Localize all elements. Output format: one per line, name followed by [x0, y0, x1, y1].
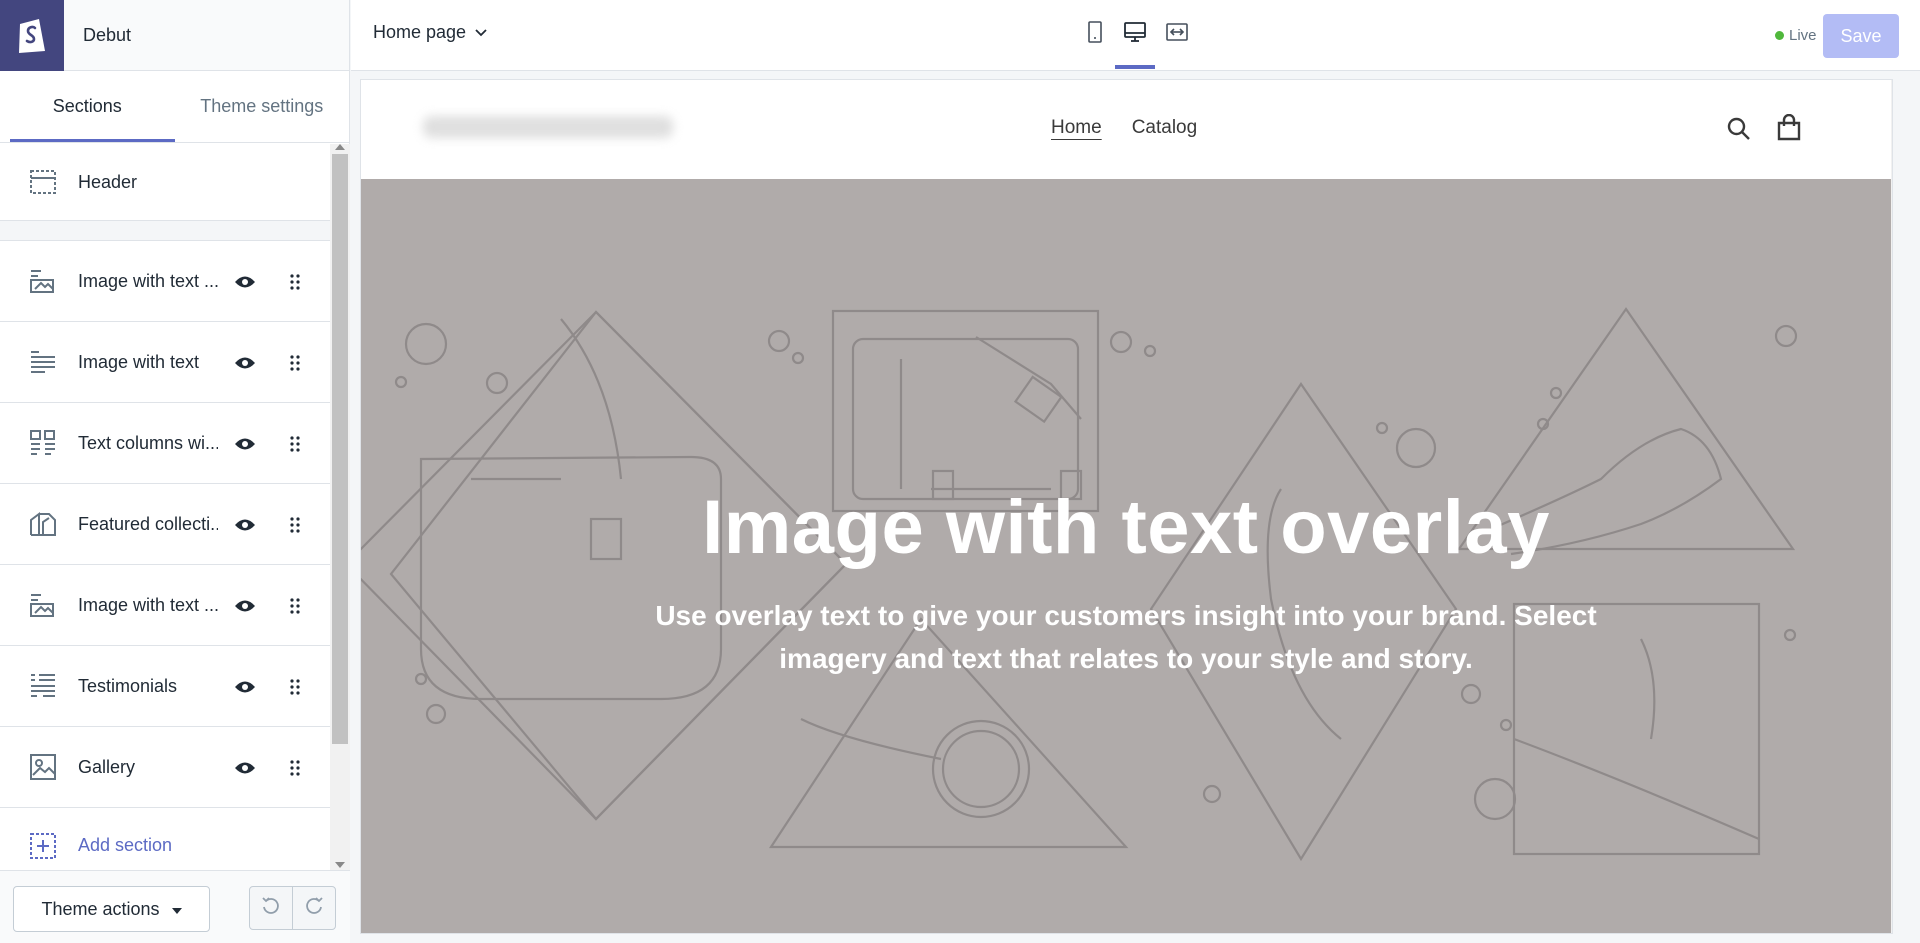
- section-label: Image with text ...: [78, 594, 218, 615]
- eye-icon[interactable]: [232, 755, 258, 781]
- theme-name: Debut: [83, 24, 132, 45]
- shopify-logo-icon[interactable]: [0, 0, 64, 71]
- section-item-featured-collection[interactable]: Featured collecti...: [0, 484, 330, 565]
- divider: [0, 221, 330, 241]
- section-label: Gallery: [78, 756, 136, 777]
- section-label: Image with text: [78, 351, 200, 372]
- eye-icon[interactable]: [232, 431, 258, 457]
- eye-icon[interactable]: [232, 674, 258, 700]
- live-dot-icon: [1775, 31, 1784, 40]
- drag-handle-icon[interactable]: [285, 269, 305, 295]
- drag-handle-icon[interactable]: [285, 674, 305, 700]
- scrollbar-thumb[interactable]: [332, 154, 348, 744]
- eye-icon[interactable]: [232, 269, 258, 295]
- hero-image-with-text-overlay[interactable]: Image with text overlay Use overlay text…: [361, 179, 1891, 933]
- editor-topbar: Home page Live Save: [351, 0, 1920, 71]
- section-item-header[interactable]: Header: [0, 144, 330, 221]
- theme-header: Debut: [0, 0, 349, 71]
- page-selector-label: Home page: [373, 22, 467, 42]
- drag-handle-icon[interactable]: [285, 593, 305, 619]
- store-nav: Home Catalog: [1051, 117, 1197, 139]
- fullscreen-view-button[interactable]: [1157, 0, 1197, 69]
- nav-link-home[interactable]: Home: [1051, 117, 1102, 139]
- image-with-text-overlay-icon: [28, 266, 58, 296]
- image-with-text-overlay-icon: [28, 590, 58, 620]
- section-item-gallery[interactable]: Gallery: [0, 727, 330, 808]
- store-preview: Home Catalog Image with text overlay Use…: [361, 80, 1892, 933]
- undo-icon: [260, 895, 282, 922]
- desktop-icon: [1123, 21, 1147, 48]
- header-icon: [28, 167, 58, 197]
- mobile-icon: [1087, 21, 1103, 48]
- section-label: Image with text ...: [78, 270, 218, 291]
- scroll-down-icon[interactable]: [335, 862, 345, 868]
- collection-icon: [28, 509, 58, 539]
- store-header: Home Catalog: [361, 80, 1891, 179]
- section-label: Testimonials: [78, 675, 178, 696]
- gallery-icon: [28, 752, 58, 782]
- cart-icon[interactable]: [1776, 113, 1802, 147]
- drag-handle-icon[interactable]: [285, 512, 305, 538]
- redo-icon: [303, 895, 325, 922]
- drag-handle-icon[interactable]: [285, 431, 305, 457]
- section-list: Header Image with text ... Image with te…: [0, 144, 330, 870]
- scroll-up-icon[interactable]: [335, 144, 345, 150]
- section-item-image-with-text[interactable]: Image with text: [0, 322, 330, 403]
- nav-link-catalog[interactable]: Catalog: [1132, 117, 1198, 139]
- text-lines-icon: [28, 347, 58, 377]
- undo-button[interactable]: [249, 886, 293, 930]
- section-label: Featured collecti...: [78, 513, 218, 534]
- add-section-icon: [28, 831, 58, 861]
- redo-button[interactable]: [292, 886, 336, 930]
- section-label: Header: [78, 171, 138, 192]
- sidebar-footer: Theme actions: [0, 870, 350, 943]
- drag-handle-icon[interactable]: [285, 350, 305, 376]
- page-selector[interactable]: Home page: [373, 22, 488, 43]
- section-item-image-with-text-overlay[interactable]: Image with text ...: [0, 241, 330, 322]
- tab-sections[interactable]: Sections: [0, 71, 175, 142]
- store-logo-blurred[interactable]: [423, 116, 673, 138]
- section-item-text-columns[interactable]: Text columns wi...: [0, 403, 330, 484]
- live-label: Live: [1789, 27, 1817, 44]
- section-item-testimonials[interactable]: Testimonials: [0, 646, 330, 727]
- theme-actions-button[interactable]: Theme actions: [13, 886, 210, 932]
- section-item-image-with-text-overlay-2[interactable]: Image with text ...: [0, 565, 330, 646]
- eye-icon[interactable]: [232, 350, 258, 376]
- text-columns-icon: [28, 428, 58, 458]
- sidebar-scrollbar[interactable]: [330, 144, 350, 870]
- add-section-label: Add section: [78, 835, 173, 855]
- fullscreen-icon: [1165, 21, 1189, 48]
- theme-actions-label: Theme actions: [41, 898, 160, 919]
- tab-theme-settings[interactable]: Theme settings: [175, 71, 350, 142]
- section-label: Text columns wi...: [78, 432, 218, 453]
- drag-handle-icon[interactable]: [285, 755, 305, 781]
- sidebar-tabs: Sections Theme settings: [0, 71, 349, 143]
- hero-title: Image with text overlay: [702, 485, 1550, 570]
- eye-icon[interactable]: [232, 512, 258, 538]
- sidebar: Debut Sections Theme settings Header Ima…: [0, 0, 350, 943]
- mobile-view-button[interactable]: [1075, 0, 1115, 69]
- search-icon[interactable]: [1726, 116, 1752, 147]
- desktop-view-button[interactable]: [1115, 0, 1155, 69]
- caret-down-icon: [171, 907, 182, 914]
- preview-scrollbar[interactable]: [1891, 80, 1892, 933]
- testimonials-icon: [28, 671, 58, 701]
- save-button[interactable]: Save: [1823, 14, 1899, 58]
- chevron-down-icon: [474, 22, 488, 43]
- eye-icon[interactable]: [232, 593, 258, 619]
- hero-text: Use overlay text to give your customers …: [655, 600, 1597, 674]
- add-section-button[interactable]: Add section: [0, 808, 330, 870]
- live-status: Live: [1775, 27, 1817, 44]
